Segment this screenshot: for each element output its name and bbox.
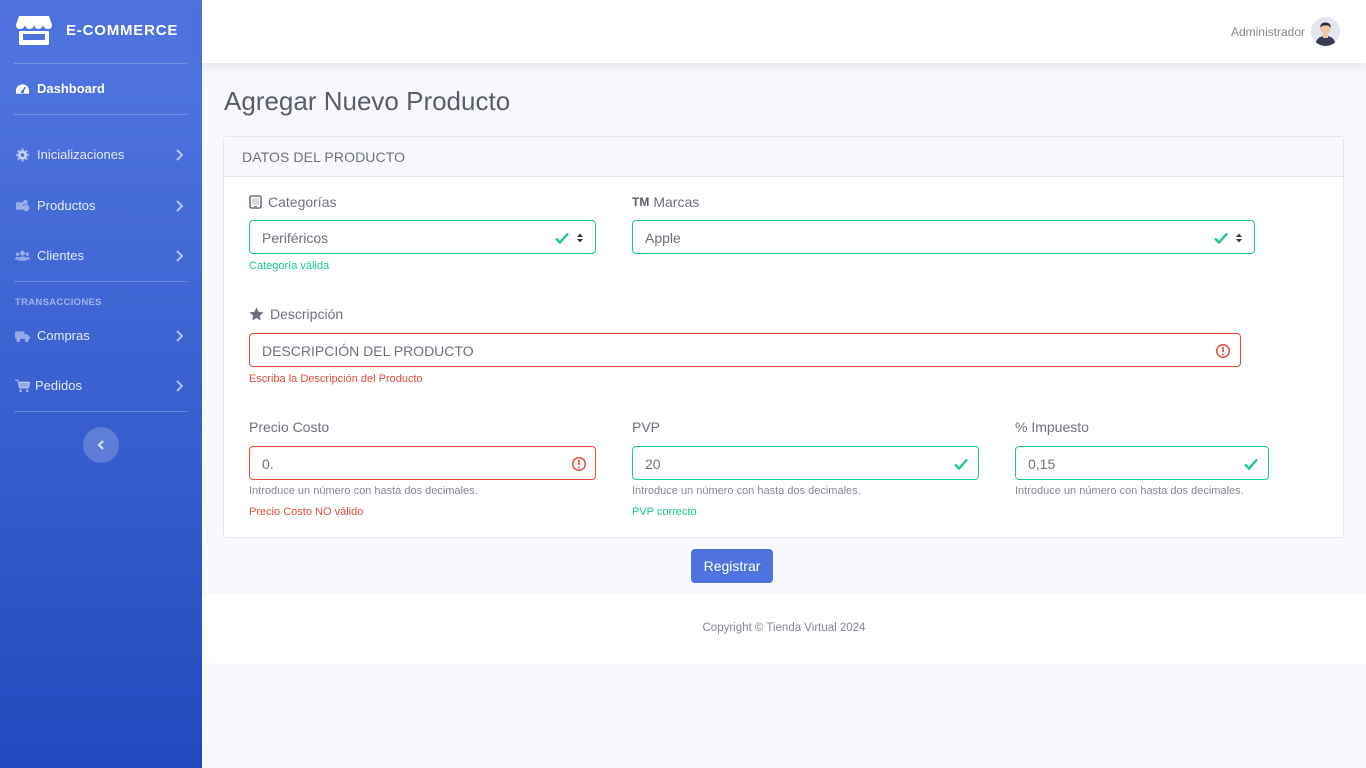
sidebar-item-label: Compras bbox=[37, 328, 90, 343]
footer: Copyright © Tienda Virtual 2024 bbox=[202, 594, 1366, 663]
sidebar-item-productos[interactable]: Productos bbox=[0, 188, 202, 224]
divider bbox=[14, 281, 187, 282]
categoria-label-text: Categorías bbox=[268, 194, 337, 210]
sidebar-item-clientes[interactable]: Clientes bbox=[0, 238, 202, 274]
star-icon bbox=[249, 307, 264, 321]
sidebar-toggle-button[interactable] bbox=[83, 427, 119, 463]
avatar[interactable] bbox=[1311, 17, 1340, 46]
store-icon bbox=[16, 16, 52, 45]
truck-icon bbox=[15, 331, 30, 343]
sidebar-item-pedidos[interactable]: Pedidos bbox=[0, 368, 202, 404]
descripcion-feedback: Escriba la Descripción del Producto bbox=[249, 373, 423, 385]
chevron-right-icon bbox=[176, 380, 183, 392]
descripcion-input[interactable]: DESCRIPCIÓN DEL PRODUCTO bbox=[249, 333, 1241, 367]
users-icon bbox=[15, 250, 30, 261]
select-arrows-icon bbox=[1236, 233, 1242, 243]
chevron-right-icon bbox=[176, 250, 183, 262]
gear-icon bbox=[15, 148, 30, 162]
cart-icon bbox=[15, 379, 30, 393]
divider bbox=[14, 411, 187, 412]
marca-label: TM Marcas bbox=[632, 194, 699, 210]
sidebar-item-label: Inicializaciones bbox=[37, 147, 125, 162]
card-header-title: DATOS DEL PRODUCTO bbox=[242, 149, 406, 165]
sidebar-item-label: Clientes bbox=[37, 248, 84, 263]
divider bbox=[14, 114, 187, 115]
precio-costo-input[interactable]: 0. bbox=[249, 446, 596, 480]
sidebar-item-label: Dashboard bbox=[37, 81, 105, 96]
descripcion-label-text: Descripción bbox=[270, 306, 344, 322]
check-icon bbox=[1214, 232, 1228, 245]
precio-costo-hint: Introduce un número con hasta dos decima… bbox=[249, 485, 478, 497]
chevron-left-icon bbox=[97, 440, 104, 450]
marca-label-text: Marcas bbox=[653, 194, 700, 210]
precio-costo-feedback: Precio Costo NO válido bbox=[249, 506, 364, 518]
error-icon bbox=[1215, 343, 1231, 359]
chevron-right-icon bbox=[176, 149, 183, 161]
categoria-feedback: Categoría válida bbox=[249, 260, 330, 272]
impuesto-value: 0,15 bbox=[1028, 456, 1056, 472]
products-icon bbox=[15, 199, 30, 212]
descripcion-label: Descripción bbox=[249, 306, 343, 322]
user-name[interactable]: Administrador bbox=[1231, 25, 1305, 39]
error-icon bbox=[571, 456, 587, 472]
sidebar-item-compras[interactable]: Compras bbox=[0, 318, 202, 354]
select-arrows-icon bbox=[577, 233, 583, 243]
categoria-select[interactable]: Periféricos bbox=[249, 220, 596, 254]
brand-name: E-COMMERCE bbox=[66, 22, 179, 39]
card-header: DATOS DEL PRODUCTO bbox=[224, 137, 1343, 177]
sidebar-item-label: Productos bbox=[37, 198, 96, 213]
trademark-icon: TM bbox=[632, 195, 650, 209]
sidebar-heading: TRANSACCIONES bbox=[15, 297, 102, 308]
impuesto-label: % Impuesto bbox=[1015, 419, 1089, 435]
marca-select[interactable]: Apple bbox=[632, 220, 1255, 254]
pvp-input[interactable]: 20 bbox=[632, 446, 979, 480]
pvp-feedback: PVP correcto bbox=[632, 506, 697, 518]
check-icon bbox=[555, 232, 569, 245]
copyright-text: Copyright © Tienda Virtual 2024 bbox=[702, 622, 866, 634]
chevron-right-icon bbox=[176, 330, 183, 342]
sidebar-item-label: Pedidos bbox=[35, 378, 82, 393]
chevron-right-icon bbox=[176, 200, 183, 212]
check-icon bbox=[954, 458, 968, 471]
brand[interactable]: E-COMMERCE bbox=[0, 0, 202, 63]
gauge-icon bbox=[15, 84, 30, 94]
topbar: Administrador bbox=[202, 0, 1366, 63]
page-title: Agregar Nuevo Producto bbox=[224, 86, 511, 116]
sidebar: E-COMMERCE Dashboard Inicializaciones Pr… bbox=[0, 0, 202, 768]
impuesto-hint: Introduce un número con hasta dos decima… bbox=[1015, 485, 1244, 497]
divider bbox=[14, 63, 187, 64]
sidebar-item-dashboard[interactable]: Dashboard bbox=[0, 71, 202, 107]
user-avatar-icon bbox=[1311, 17, 1340, 46]
pvp-label: PVP bbox=[632, 419, 661, 435]
registrar-button[interactable]: Registrar bbox=[691, 549, 773, 583]
descripcion-placeholder: DESCRIPCIÓN DEL PRODUCTO bbox=[262, 343, 474, 359]
sidebar-item-inicializaciones[interactable]: Inicializaciones bbox=[0, 137, 202, 173]
marca-value: Apple bbox=[645, 230, 681, 246]
precio-costo-label: Precio Costo bbox=[249, 419, 330, 435]
pvp-hint: Introduce un número con hasta dos decima… bbox=[632, 485, 861, 497]
tablet-icon bbox=[249, 195, 262, 209]
categoria-label: Categorías bbox=[249, 194, 336, 210]
categoria-value: Periféricos bbox=[262, 230, 329, 246]
pvp-value: 20 bbox=[645, 456, 661, 472]
check-icon bbox=[1244, 458, 1258, 471]
precio-costo-value: 0. bbox=[262, 456, 274, 472]
impuesto-input[interactable]: 0,15 bbox=[1015, 446, 1269, 480]
